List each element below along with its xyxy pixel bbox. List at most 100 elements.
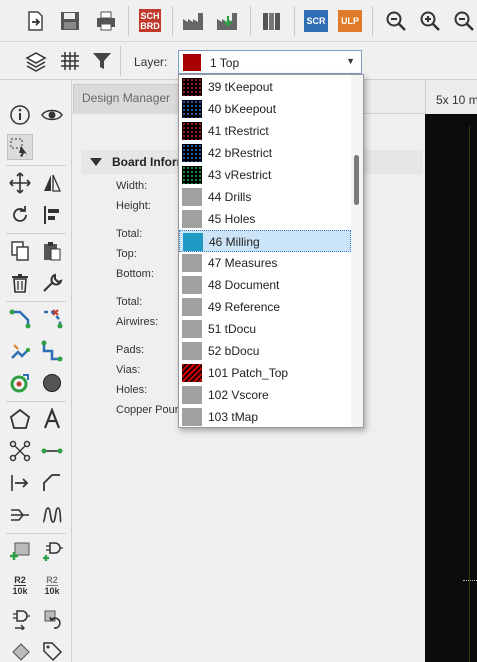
holes-label: Holes: bbox=[116, 384, 148, 396]
wrench-icon[interactable] bbox=[39, 270, 65, 296]
command-toolbar: R2 10k R2 10k bbox=[0, 80, 72, 662]
layer-option[interactable]: 52 bDocu bbox=[179, 340, 351, 362]
meander-icon[interactable] bbox=[39, 338, 65, 364]
layer-option[interactable]: 43 vRestrict bbox=[179, 164, 351, 186]
change-icon[interactable] bbox=[39, 606, 65, 632]
layer-option[interactable]: 45 Holes bbox=[179, 208, 351, 230]
paste-icon[interactable] bbox=[39, 238, 65, 264]
board-outline-edge bbox=[469, 126, 470, 662]
ripup-icon[interactable] bbox=[39, 306, 65, 332]
route-icon[interactable] bbox=[7, 306, 33, 332]
total-label: Total: bbox=[116, 228, 143, 240]
miter-icon[interactable] bbox=[39, 470, 65, 496]
manufacturing-export-icon[interactable] bbox=[214, 7, 242, 35]
layer-option[interactable]: 49 Reference bbox=[179, 296, 351, 318]
layer-option-label: 49 Reference bbox=[208, 300, 281, 314]
script-icon[interactable]: SCR bbox=[302, 7, 330, 35]
r2-value-label: 10k bbox=[12, 585, 28, 596]
layer-option[interactable]: 42 bRestrict bbox=[179, 142, 351, 164]
layer-color-swatch bbox=[182, 342, 202, 360]
dropdown-scrollbar[interactable] bbox=[351, 75, 363, 427]
layer-option[interactable]: 39 tKeepout bbox=[179, 76, 351, 98]
layer-select[interactable]: 1 Top ▼ bbox=[178, 50, 362, 74]
open-file-icon[interactable] bbox=[22, 7, 50, 35]
text-icon[interactable] bbox=[39, 406, 65, 432]
layer-option-label: 42 bRestrict bbox=[208, 146, 273, 160]
autorouter-icon[interactable] bbox=[7, 338, 33, 364]
layer-label: Layer: bbox=[134, 55, 168, 69]
brd-label: BRD bbox=[140, 20, 160, 31]
smash-icon[interactable]: R2 10k bbox=[39, 572, 65, 598]
layer-option-label: 47 Measures bbox=[208, 256, 278, 270]
tab-board-document[interactable]: 5x 10 m bbox=[425, 80, 477, 114]
layer-option-label: 51 tDocu bbox=[208, 322, 257, 336]
layer-color-swatch bbox=[182, 188, 202, 206]
library-icon[interactable] bbox=[258, 7, 286, 35]
name-value-icon[interactable]: R2 10k bbox=[7, 572, 33, 598]
layer-option[interactable]: 51 tDocu bbox=[179, 318, 351, 340]
optimize-icon[interactable] bbox=[39, 502, 65, 528]
layer-option[interactable]: 44 Drills bbox=[179, 186, 351, 208]
layer-color-swatch bbox=[182, 298, 202, 316]
select-group-icon[interactable] bbox=[7, 134, 33, 160]
main-toolbar: SCH BRD SCR ULP bbox=[0, 0, 477, 42]
split-icon[interactable] bbox=[7, 502, 33, 528]
collapse-triangle-icon[interactable] bbox=[90, 158, 102, 166]
board-canvas[interactable] bbox=[425, 114, 477, 662]
layer-option[interactable]: 103 tMap bbox=[179, 406, 351, 427]
layer-option-label: 39 tKeepout bbox=[208, 80, 273, 94]
align-icon[interactable] bbox=[39, 202, 65, 228]
package-icon[interactable] bbox=[7, 638, 33, 662]
attribute-tag-icon[interactable] bbox=[39, 638, 65, 662]
mirror-icon[interactable] bbox=[39, 170, 65, 196]
save-icon[interactable] bbox=[56, 7, 84, 35]
port-icon[interactable] bbox=[7, 470, 33, 496]
copy-icon[interactable] bbox=[7, 238, 33, 264]
ulp-icon[interactable]: ULP bbox=[336, 7, 364, 35]
layer-option[interactable]: 102 Vscore bbox=[179, 384, 351, 406]
zoom-fit-icon[interactable] bbox=[382, 7, 410, 35]
layer-option[interactable]: 41 tRestrict bbox=[179, 120, 351, 142]
show-eye-icon[interactable] bbox=[39, 102, 65, 128]
layer-option-label: 103 tMap bbox=[208, 410, 259, 424]
layer-settings-icon[interactable] bbox=[22, 47, 50, 75]
info-icon[interactable] bbox=[7, 102, 33, 128]
layer-option[interactable]: 47 Measures bbox=[179, 252, 351, 274]
layer-option[interactable]: 40 bKeepout bbox=[179, 98, 351, 120]
width-label: Width: bbox=[116, 180, 148, 192]
tab-design-manager[interactable]: Design Manager bbox=[73, 84, 183, 114]
layer-color-swatch bbox=[182, 408, 202, 426]
zoom-out-icon[interactable] bbox=[450, 7, 477, 35]
grid-icon[interactable] bbox=[56, 47, 84, 75]
print-icon[interactable] bbox=[92, 7, 120, 35]
add-symbol-icon[interactable] bbox=[39, 538, 65, 564]
layer-color-swatch bbox=[182, 320, 202, 338]
board-information-title: Board Inform bbox=[112, 155, 188, 169]
net-icon[interactable] bbox=[7, 438, 33, 464]
filter-icon[interactable] bbox=[88, 47, 116, 75]
layer-color-swatch bbox=[182, 144, 202, 162]
add-part-icon[interactable] bbox=[7, 538, 33, 564]
layer-option[interactable]: 46 Milling bbox=[179, 230, 351, 252]
scr-label: SCR bbox=[306, 16, 326, 26]
cam-processor-icon[interactable] bbox=[180, 7, 208, 35]
zoom-in-icon[interactable] bbox=[416, 7, 444, 35]
layer-dropdown-list[interactable]: 39 tKeepout 40 bKeepout 41 tRestrict 42 bRe… bbox=[178, 74, 364, 428]
replace-icon[interactable] bbox=[7, 606, 33, 632]
rotate-icon[interactable] bbox=[7, 202, 33, 228]
move-icon[interactable] bbox=[7, 170, 33, 196]
delete-icon[interactable] bbox=[7, 270, 33, 296]
via-icon[interactable] bbox=[7, 370, 33, 396]
chevron-down-icon[interactable]: ▼ bbox=[346, 56, 355, 66]
hole-icon[interactable] bbox=[39, 370, 65, 396]
scrollbar-thumb[interactable] bbox=[354, 155, 359, 205]
polygon-icon[interactable] bbox=[7, 406, 33, 432]
layer-option-label: 41 tRestrict bbox=[208, 124, 269, 138]
sch-brd-switch-icon[interactable]: SCH BRD bbox=[136, 7, 164, 35]
layer-option[interactable]: 48 Document bbox=[179, 274, 351, 296]
layer-color-swatch bbox=[182, 210, 202, 228]
layer-option[interactable]: 101 Patch_Top bbox=[179, 362, 351, 384]
signal-icon[interactable] bbox=[39, 438, 65, 464]
layer-color-swatch bbox=[182, 254, 202, 272]
r2-smash-name-label: R2 bbox=[46, 574, 58, 586]
